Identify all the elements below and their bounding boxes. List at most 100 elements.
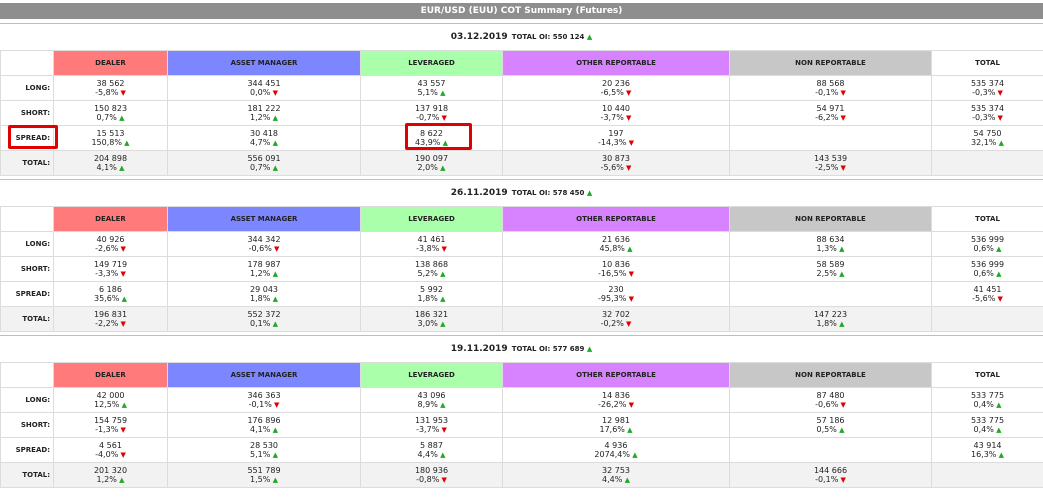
value-cell: 536 999 0,6% ▲ (931, 256, 1043, 282)
up-arrow-icon: ▲ (270, 475, 278, 484)
row-label: SPREAD: (0, 281, 54, 307)
change-percent: 16,3% ▲ (970, 449, 1005, 459)
value-cell: 12 981 17,6% ▲ (502, 412, 730, 438)
up-arrow-icon: ▲ (116, 113, 125, 122)
value-cell: 346 363 -0,1% ▼ (167, 387, 361, 413)
down-arrow-icon: ▼ (995, 294, 1003, 303)
column-header-asset-manager: ASSET MANAGER (167, 50, 361, 76)
change-percent: 0,1% ▲ (250, 318, 278, 328)
position-value: 41 461 (417, 234, 446, 244)
row-label: SHORT: (0, 100, 54, 126)
position-value: 4 936 (604, 440, 628, 450)
down-arrow-icon: ▼ (118, 450, 126, 459)
value-cell: 147 223 1,8% ▲ (729, 306, 932, 332)
position-value: 5 887 (420, 440, 443, 450)
column-header-non-reportable: NON REPORTABLE (729, 362, 932, 388)
value-cell: 204 898 4,1% ▲ (53, 150, 168, 176)
change-percent: 0,7% ▲ (250, 162, 278, 172)
highlight-box-leveraged-spread (405, 123, 472, 150)
change-percent: -0,1% ▼ (248, 399, 280, 409)
position-value: 536 999 (970, 234, 1005, 244)
position-value: 41 451 (973, 284, 1002, 294)
position-value: 40 926 (96, 234, 125, 244)
value-cell: 154 759 -1,3% ▼ (53, 412, 168, 438)
value-cell: 29 043 1,8% ▲ (167, 281, 361, 307)
change-percent: -1,3% ▼ (95, 424, 126, 434)
up-arrow-icon: ▲ (836, 425, 845, 434)
change-percent: -0,1% ▼ (815, 87, 846, 97)
position-value: 6 186 (99, 284, 122, 294)
block-date-header: 19.11.2019 TOTAL OI: 577 689 ▲ (0, 336, 1043, 362)
position-value: 143 539 (813, 153, 848, 163)
change-percent: 3,0% ▲ (417, 318, 446, 328)
change-percent: 12,5% ▲ (93, 399, 128, 409)
up-arrow-icon: ▲ (119, 400, 128, 409)
column-header-other-reportable: OTHER REPORTABLE (502, 206, 730, 232)
up-arrow-icon: ▲ (270, 425, 278, 434)
position-value: 144 666 (813, 465, 848, 475)
value-cell: 87 480 -0,6% ▼ (729, 387, 932, 413)
position-value: 150 823 (93, 103, 128, 113)
value-cell: 344 451 0,0% ▼ (167, 75, 361, 101)
position-value: 180 936 (414, 465, 449, 475)
value-cell: 10 440 -3,7% ▼ (502, 100, 730, 126)
table-row-spread: SPREAD: 15 513 150,8% ▲ 30 418 4,7% ▲ 8 622 43… (0, 125, 1043, 151)
position-value: 15 513 (96, 128, 125, 138)
change-percent: 35,6% ▲ (93, 293, 128, 303)
position-value: 32 702 (602, 309, 630, 319)
change-percent: 5,2% ▲ (417, 268, 446, 278)
change-percent: -3,7% ▼ (600, 112, 632, 122)
row-label: TOTAL: (0, 306, 54, 332)
up-arrow-icon: ▲ (270, 269, 278, 278)
value-cell: 190 097 2,0% ▲ (360, 150, 503, 176)
down-arrow-icon: ▼ (838, 88, 846, 97)
position-value: 533 775 (970, 415, 1005, 425)
report-date: 03.12.2019 (450, 32, 508, 42)
value-cell: 43 096 8,9% ▲ (360, 387, 503, 413)
up-arrow-icon: ▲ (437, 400, 446, 409)
row-label: TOTAL: (0, 150, 54, 176)
change-percent: -0,7% ▼ (416, 112, 447, 122)
column-header-leveraged: LEVERAGED (360, 362, 503, 388)
value-cell: 143 539 -2,5% ▼ (729, 150, 932, 176)
table-row-long: LONG: 40 926 -2,6% ▼ 344 342 -0,6% ▼ 41 461 -3… (0, 231, 1043, 257)
value-cell: 88 634 1,3% ▲ (729, 231, 932, 257)
up-arrow-icon: ▲ (270, 163, 278, 172)
value-cell: 30 873 -5,6% ▼ (502, 150, 730, 176)
position-value: 176 896 (247, 415, 281, 425)
position-value: 149 719 (93, 259, 128, 269)
change-percent: -6,5% ▼ (600, 87, 632, 97)
up-arrow-icon: ▲ (624, 244, 633, 253)
column-header-dealer: DEALER (53, 206, 168, 232)
position-value: 178 987 (247, 259, 281, 269)
change-percent: 4,4% ▲ (417, 449, 446, 459)
change-percent: 150,8% ▲ (91, 137, 130, 147)
down-arrow-icon: ▼ (118, 269, 126, 278)
down-arrow-icon: ▼ (623, 88, 632, 97)
column-header-leveraged: LEVERAGED (360, 50, 503, 76)
change-percent: 0,4% ▲ (973, 424, 1002, 434)
position-value: 10 440 (602, 103, 630, 113)
down-arrow-icon: ▼ (626, 269, 634, 278)
position-value: 535 374 (970, 103, 1005, 113)
value-cell: 138 868 5,2% ▲ (360, 256, 503, 282)
position-value: 54 750 (973, 128, 1002, 138)
value-cell: 230 -95,3% ▼ (502, 281, 730, 307)
position-value: 42 000 (96, 390, 125, 400)
value-cell: 178 987 1,2% ▲ (167, 256, 361, 282)
down-arrow-icon: ▼ (271, 400, 280, 409)
up-arrow-icon: ▲ (437, 294, 446, 303)
value-cell: 137 918 -0,7% ▼ (360, 100, 503, 126)
value-cell: 15 513 150,8% ▲ (53, 125, 168, 151)
up-arrow-icon: ▲ (270, 294, 278, 303)
up-arrow-icon: ▲ (993, 425, 1002, 434)
value-cell: 201 320 1,2% ▲ (53, 462, 168, 488)
change-percent: -14,3% ▼ (598, 137, 634, 147)
column-header-total: TOTAL (931, 50, 1043, 76)
position-value: 88 634 (816, 234, 845, 244)
value-cell: 551 789 1,5% ▲ (167, 462, 361, 488)
value-cell: 21 636 45,8% ▲ (502, 231, 730, 257)
position-value: 87 480 (816, 390, 845, 400)
report-date: 26.11.2019 (450, 188, 508, 198)
position-value: 556 091 (247, 153, 281, 163)
